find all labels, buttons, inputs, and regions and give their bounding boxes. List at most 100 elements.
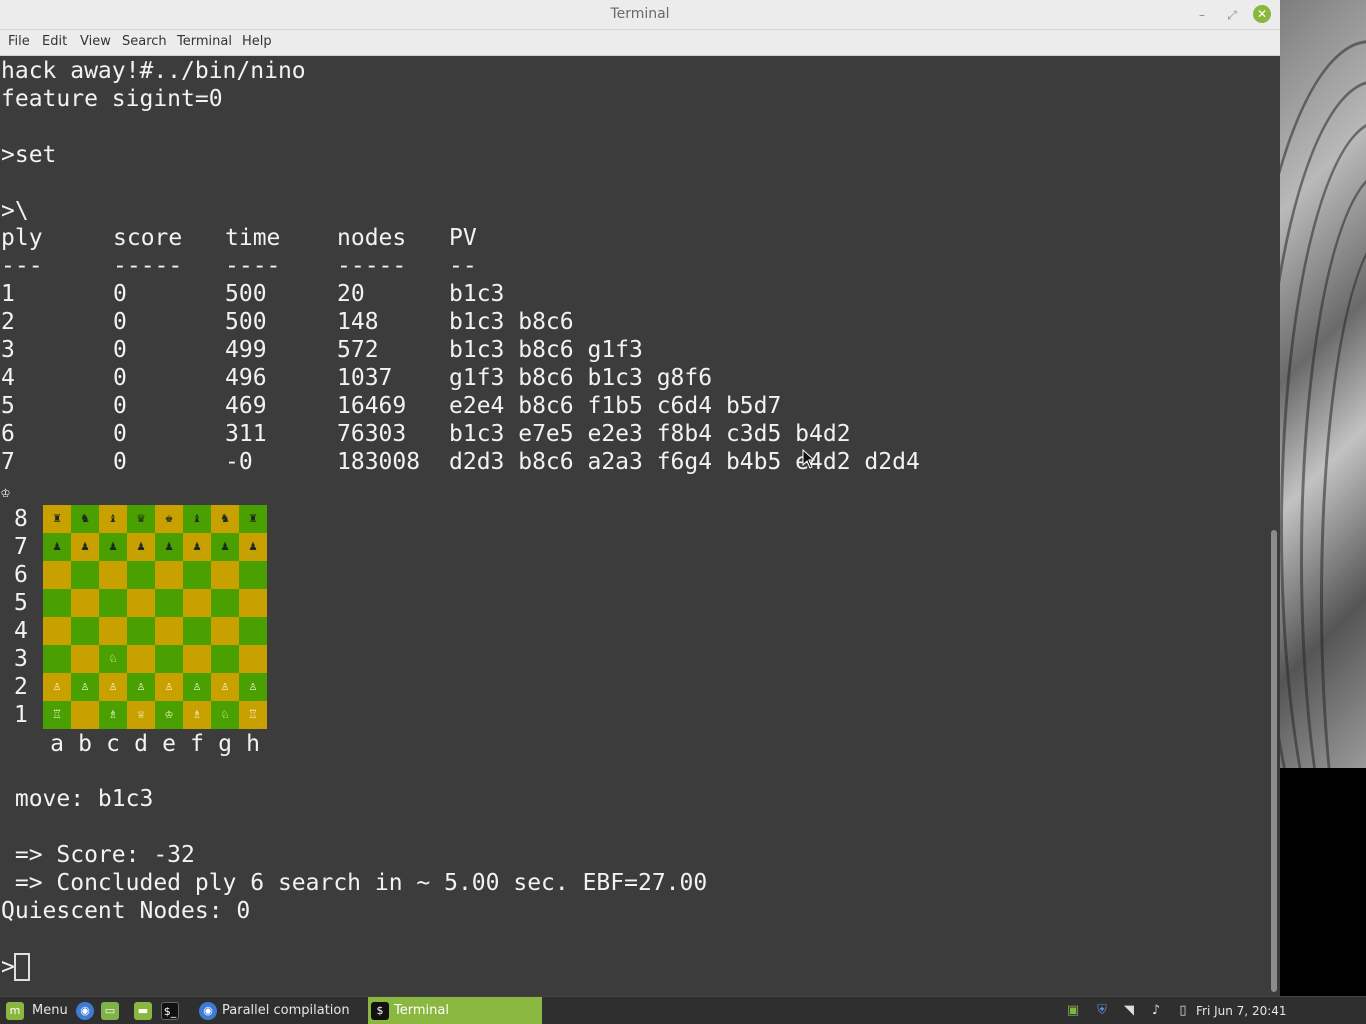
rank-label: 6 [14,562,28,588]
square-h3 [239,645,267,673]
square-a4 [43,617,71,645]
terminal-icon: $ [371,1002,389,1020]
quiescent-line: Quiescent Nodes: 0 [1,898,251,924]
concluded-line: => Concluded ply 6 search in ~ 5.00 sec.… [1,870,708,896]
folder-launcher-icon[interactable]: ▬ [134,1002,152,1020]
shield-icon[interactable]: ⛨ [1093,1002,1111,1020]
task-terminal[interactable]: $ Terminal [368,997,542,1024]
volume-icon[interactable]: ♪ [1147,1002,1165,1020]
square-g3 [211,645,239,673]
files-launcher-icon[interactable]: ▭ [101,1002,119,1020]
menu-bar: File Edit View Search Terminal Help [0,30,1280,56]
square-h2: ♙ [239,673,267,701]
terminal-line: >\ [1,198,29,224]
start-menu-label: Menu [32,1003,68,1018]
square-e5 [155,589,183,617]
rule-cell: ---- [225,253,281,279]
cell-pv: e2e4 b8c6 f1b5 c6d4 b5d7 [449,393,782,419]
rank-label: 7 [14,534,28,560]
cell-time: 496 [225,365,267,391]
square-g2: ♙ [211,673,239,701]
desktop-black-area [1280,768,1366,996]
square-g5 [211,589,239,617]
square-e7: ♟ [155,533,183,561]
menu-terminal[interactable]: Terminal [177,34,232,49]
terminal-window: Terminal – ⤢ ✕ File Edit View Search Ter… [0,0,1280,996]
square-e3 [155,645,183,673]
wifi-icon[interactable]: ◥ [1120,1002,1138,1020]
cell-pv: b1c3 b8c6 g1f3 [449,337,643,363]
cell-ply: 7 [1,449,15,475]
file-label: d [134,731,148,757]
browser-launcher-icon[interactable]: ◉ [76,1002,94,1020]
menu-search[interactable]: Search [122,34,167,49]
rank-label: 2 [14,674,28,700]
update-manager-icon[interactable]: ▣ [1064,1002,1082,1020]
battery-icon[interactable]: ▯ [1174,1002,1192,1020]
square-c5 [99,589,127,617]
square-d5 [127,589,155,617]
square-d6 [127,561,155,589]
white-piece-icon: ♖ [53,707,61,722]
cell-ply: 3 [1,337,15,363]
square-a6 [43,561,71,589]
cell-ply: 4 [1,365,15,391]
minimize-button[interactable]: – [1192,5,1212,25]
maximize-button[interactable]: ⤢ [1222,5,1242,25]
rule-cell: ----- [113,253,183,279]
white-piece-icon: ♙ [165,679,173,694]
square-h8: ♜ [239,505,267,533]
title-bar[interactable]: Terminal – ⤢ ✕ [0,0,1280,30]
square-c8: ♝ [99,505,127,533]
file-label: e [162,731,176,757]
white-piece-icon: ♙ [221,679,229,694]
square-e4 [155,617,183,645]
menu-edit[interactable]: Edit [42,34,67,49]
cell-time: 311 [225,421,267,447]
scrollbar-thumb[interactable] [1271,530,1277,992]
white-piece-icon: ♘ [221,707,229,722]
black-piece-icon: ♟ [165,539,173,554]
square-b5 [71,589,99,617]
black-piece-icon: ♞ [81,511,89,526]
square-b7: ♟ [71,533,99,561]
black-piece-icon: ♟ [81,539,89,554]
window-title: Terminal [610,6,670,22]
square-c1: ♗ [99,701,127,729]
white-piece-icon: ♕ [137,707,145,722]
task-browser-label: Parallel compilation fro... [222,1003,350,1018]
cell-nodes: 572 [337,337,379,363]
white-piece-icon: ♔ [165,707,173,722]
rank-label: 8 [14,506,28,532]
black-piece-icon: ♝ [109,511,117,526]
square-h7: ♟ [239,533,267,561]
square-g8: ♞ [211,505,239,533]
file-label: a [50,731,64,757]
side-to-move-icon: ♔ [1,483,11,501]
col-header-score: score [113,225,183,251]
terminal-launcher-icon[interactable]: $_ [161,1002,179,1020]
square-b3 [71,645,99,673]
rule-cell: ----- [337,253,407,279]
black-piece-icon: ♟ [249,539,257,554]
square-c7: ♟ [99,533,127,561]
cell-pv: b1c3 [449,281,505,307]
menu-view[interactable]: View [80,34,111,49]
cell-time: 500 [225,309,267,335]
square-b1 [71,701,99,729]
terminal-line: feature sigint=0 [1,86,223,112]
close-button[interactable]: ✕ [1253,5,1271,23]
black-piece-icon: ♟ [53,539,61,554]
score-line: => Score: -32 [1,842,195,868]
task-browser[interactable]: ◉ Parallel compilation fro... [196,997,366,1024]
terminal-output[interactable]: hack away!#../bin/nino feature sigint=0 … [0,56,1268,996]
menu-file[interactable]: File [8,34,30,49]
file-label: g [218,731,232,757]
col-header-pv: PV [449,225,477,251]
square-c4 [99,617,127,645]
menu-help[interactable]: Help [242,34,272,49]
square-b6 [71,561,99,589]
clock[interactable]: Fri Jun 7, 20:41 [1196,997,1287,1024]
square-e2: ♙ [155,673,183,701]
scrollbar[interactable] [1268,56,1280,996]
